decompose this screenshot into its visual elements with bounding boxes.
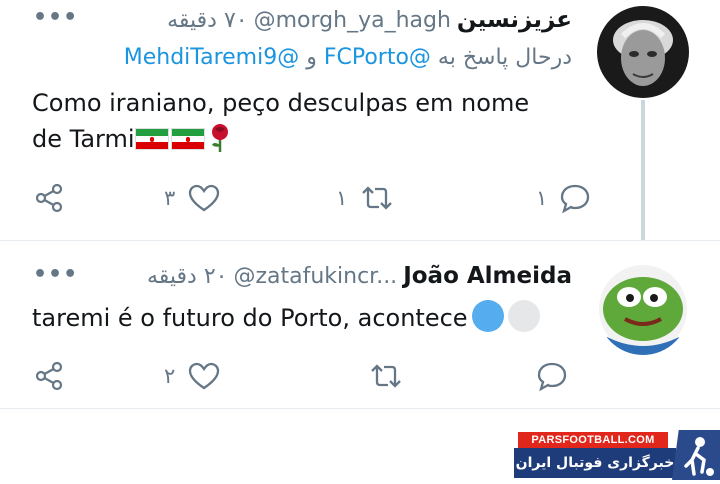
reply-context: درحال پاسخ به @FCPorto و @MehdiTaremi9	[124, 45, 572, 70]
handle[interactable]: @zatafukincr...	[233, 264, 397, 289]
retweet-icon[interactable]	[368, 361, 404, 391]
iran-flag-icon	[134, 128, 169, 150]
tweet-text-line-1: Como iraniano, peço desculpas em nome	[32, 89, 530, 117]
tweet-text-line-2-text: de Tarmi	[32, 125, 135, 153]
tweet-2-actions: ۲	[0, 356, 720, 396]
reply-count: ۱	[536, 186, 548, 210]
thread-line	[641, 100, 645, 240]
watermark-tagline: خبرگزاری فوتبال ایران	[514, 448, 676, 478]
like-count: ۳	[164, 186, 176, 210]
reply-prefix: درحال پاسخ به	[437, 45, 572, 70]
tweet-2-text: taremi é o futuro do Porto, acontece	[32, 300, 572, 336]
reply-and: و	[306, 45, 317, 70]
share-action[interactable]	[33, 178, 67, 218]
reply-icon[interactable]	[536, 361, 568, 391]
retweet-action[interactable]: ۱	[336, 178, 395, 218]
football-player-logo-icon	[672, 430, 720, 480]
retweet-icon[interactable]	[359, 183, 395, 213]
rose-icon	[207, 124, 233, 153]
tweet-1[interactable]: عزیزنسین @morgh_ya_hagh ۷۰ دقیقه ••• درح…	[0, 0, 720, 240]
tweet-actions: ۱ ۱ ۳	[0, 178, 720, 218]
mention-fcporto[interactable]: @FCPorto	[324, 45, 431, 70]
heart-icon[interactable]	[187, 183, 221, 213]
heart-icon[interactable]	[187, 361, 221, 391]
tweet-divider	[0, 408, 720, 409]
avatar[interactable]	[597, 263, 689, 355]
like-action[interactable]: ۳	[164, 178, 221, 218]
display-name[interactable]: João Almeida	[403, 263, 572, 289]
retweet-action[interactable]	[368, 356, 404, 396]
mention-mehditaremi9[interactable]: @MehdiTaremi9	[124, 45, 299, 70]
parsfootball-watermark: PARSFOOTBALL.COM خبرگزاری فوتبال ایران	[514, 430, 720, 484]
tweet-2-header: João Almeida @zatafukincr... ۲۰ دقیقه	[28, 256, 572, 296]
blue-circle-icon	[471, 300, 504, 332]
timestamp[interactable]: ۷۰ دقیقه	[167, 8, 248, 33]
retweet-count: ۱	[336, 186, 348, 210]
white-circle-icon	[507, 300, 540, 332]
watermark-site: PARSFOOTBALL.COM	[518, 432, 668, 448]
tweet-text: Como iraniano, peço desculpas em nome de…	[32, 85, 572, 157]
timestamp[interactable]: ۲۰ دقیقه	[147, 264, 228, 289]
display-name[interactable]: عزیزنسین	[457, 7, 572, 33]
reply-action[interactable]	[536, 356, 568, 396]
avatar[interactable]	[597, 6, 689, 98]
more-options-icon[interactable]: •••	[33, 262, 78, 287]
share-icon[interactable]	[33, 361, 67, 391]
tweet-text-line-2: de Tarmi	[32, 121, 572, 157]
tweet-divider	[0, 240, 720, 241]
reply-action[interactable]: ۱	[536, 178, 591, 218]
handle[interactable]: @morgh_ya_hagh	[254, 8, 451, 33]
tweet-header: عزیزنسین @morgh_ya_hagh ۷۰ دقیقه	[28, 0, 572, 40]
like-action[interactable]: ۲	[164, 356, 221, 396]
reply-icon[interactable]	[559, 183, 591, 213]
more-options-icon[interactable]: •••	[33, 5, 78, 30]
share-icon[interactable]	[33, 183, 67, 213]
like-count: ۲	[164, 364, 176, 388]
share-action[interactable]	[33, 356, 67, 396]
iran-flag-icon	[170, 128, 205, 150]
tweet-2-text-content: taremi é o futuro do Porto, acontece	[32, 304, 468, 332]
